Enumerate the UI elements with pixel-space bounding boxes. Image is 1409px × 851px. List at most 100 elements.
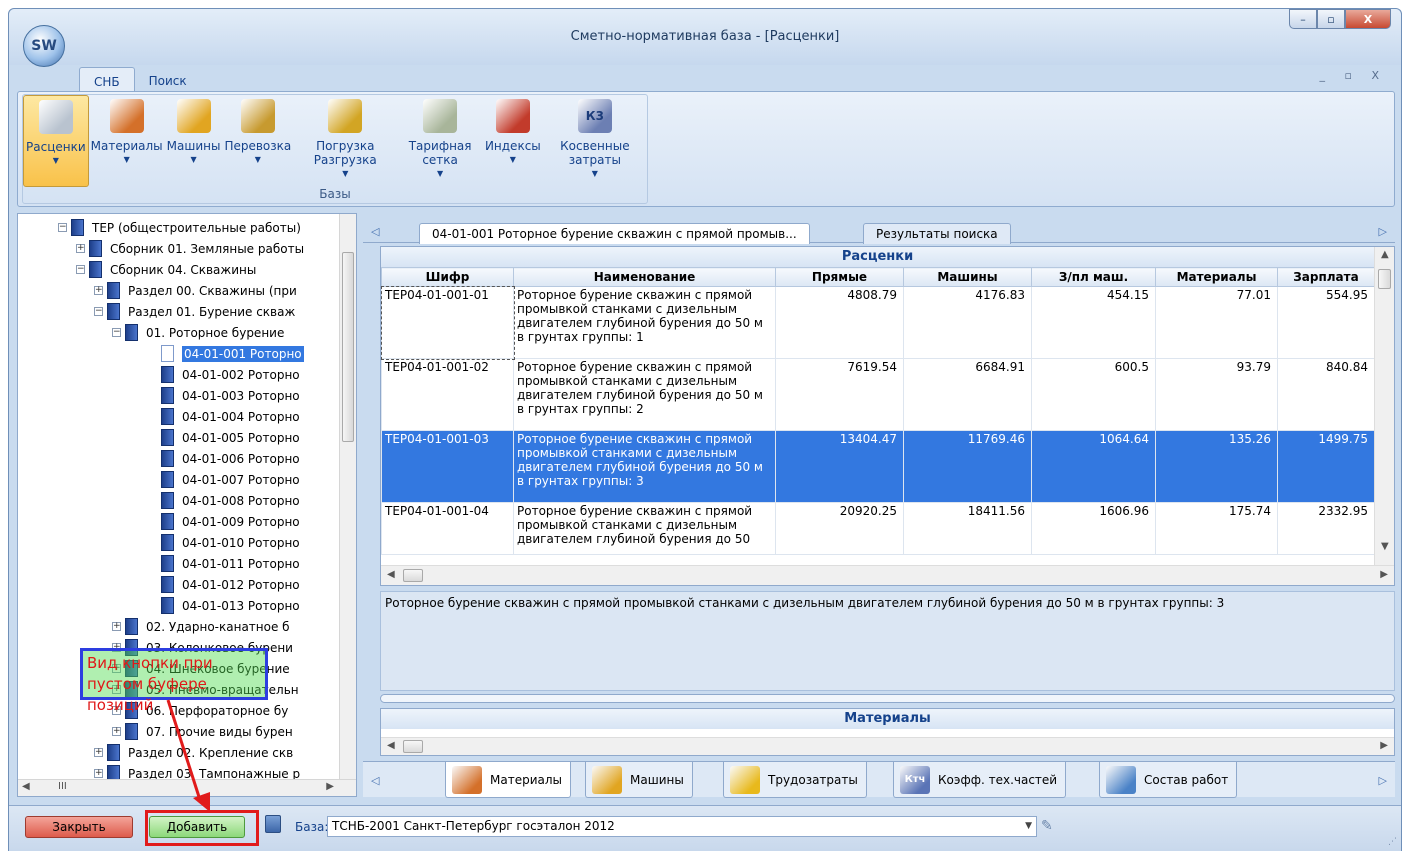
column-header[interactable]: Прямые	[775, 267, 904, 287]
grid-vertical-scrollbar[interactable]: ▲ ▼	[1374, 247, 1394, 567]
tree-item[interactable]: 04-01-008 Роторно	[148, 490, 300, 511]
rate-description: Роторное бурение скважин с прямой промыв…	[380, 591, 1395, 691]
expand-icon[interactable]: +	[76, 244, 85, 253]
tree-item[interactable]: − 01. Роторное бурение	[112, 322, 284, 343]
tree-item[interactable]: +02. Ударно-канатное б	[112, 616, 290, 637]
tree-item[interactable]: 04-01-013 Роторно	[148, 595, 300, 616]
resize-grip-icon[interactable]: ⋰	[1388, 837, 1397, 847]
close-window-button[interactable]: X	[1345, 9, 1391, 29]
title-bar: SW Сметно-нормативная база - [Расценки] …	[9, 9, 1401, 67]
doc-tab-rate[interactable]: 04-01-001 Роторное бурение скважин с пря…	[419, 223, 810, 244]
scroll-down-icon[interactable]: ▼	[1381, 541, 1389, 552]
detail-tab-coefficient[interactable]: Ктч Коэфф. тех.частей	[893, 762, 1067, 798]
collapse-icon[interactable]: −	[94, 307, 103, 316]
table-row[interactable]: ТЕР04-01-001-03 Роторное бурение скважин …	[381, 430, 1375, 503]
materials-hscroll[interactable]: ◀ ▶	[381, 737, 1394, 755]
materials-scroll-left-icon[interactable]: ◀	[387, 740, 395, 751]
maximize-button[interactable]: ▫	[1317, 9, 1345, 29]
tree-item[interactable]: 04-01-007 Роторно	[148, 469, 300, 490]
tree-item[interactable]: 04-01-005 Роторно	[148, 427, 300, 448]
collapse-icon[interactable]: −	[112, 328, 121, 337]
expand-icon[interactable]: +	[94, 748, 103, 757]
clipboard-icon[interactable]	[265, 815, 281, 833]
tree-item[interactable]: 04-01-010 Роторно	[148, 532, 300, 553]
column-header[interactable]: Шифр	[381, 267, 514, 287]
scroll-right-icon[interactable]: ▶	[326, 781, 334, 792]
expand-icon[interactable]: +	[112, 727, 121, 736]
tree-item[interactable]: +07. Прочие виды бурен	[112, 721, 293, 742]
ribbon-button-dump-truck[interactable]: Перевозка ▼	[222, 95, 293, 187]
tree-item[interactable]: 04-01-011 Роторно	[148, 553, 300, 574]
tree-item[interactable]: 04-01-001 Роторно	[148, 343, 304, 364]
mdi-controls[interactable]: _ ▫ X	[1320, 69, 1387, 82]
expand-icon[interactable]: +	[94, 769, 103, 778]
pin-icon[interactable]: ✎	[1041, 818, 1053, 834]
column-header[interactable]: Зарплата	[1277, 267, 1375, 287]
tree-item[interactable]: − Раздел 01. Бурение скваж	[94, 301, 295, 322]
grid-hscroll-thumb[interactable]	[403, 569, 423, 582]
minimize-button[interactable]: –	[1289, 9, 1317, 29]
expand-icon[interactable]: +	[94, 286, 103, 295]
tree-scroll-thumb[interactable]	[342, 252, 354, 442]
tree-item[interactable]: 04-01-009 Роторно	[148, 511, 300, 532]
expand-icon[interactable]: +	[112, 622, 121, 631]
grid-scroll-thumb[interactable]	[1378, 269, 1391, 289]
collapse-icon[interactable]: −	[58, 223, 67, 232]
tree-item[interactable]: 04-01-012 Роторно	[148, 574, 300, 595]
hscroll-left-icon[interactable]: ◀	[387, 569, 395, 580]
tree-item[interactable]: + Раздел 00. Скважины (при	[94, 280, 297, 301]
detail-tabs-left-icon[interactable]: ◁	[371, 774, 379, 787]
detail-tab-hardhat[interactable]: Трудозатраты	[723, 762, 867, 798]
tree-item[interactable]: + Раздел 02. Крепление скв	[94, 742, 293, 763]
scroll-left-icon[interactable]: ◀	[22, 781, 30, 792]
money-stack-icon	[423, 99, 458, 133]
tree-item[interactable]: 04-01-004 Роторно	[148, 406, 300, 427]
detail-tabs-right-icon[interactable]: ▷	[1379, 774, 1387, 787]
tab-scroll-left-icon[interactable]: ◁	[371, 225, 379, 238]
tree-item[interactable]: 04-01-006 Роторно	[148, 448, 300, 469]
base-select[interactable]: ТСНБ-2001 Санкт-Петербург госэталон 2012…	[327, 816, 1037, 837]
tree-item[interactable]: 04-01-002 Роторно	[148, 364, 300, 385]
tree-item[interactable]: 04-01-003 Роторно	[148, 385, 300, 406]
tree-hscroll-thumb[interactable]: III	[58, 781, 67, 792]
materials-hscroll-thumb[interactable]	[403, 740, 423, 753]
tree-item[interactable]: + Сборник 01. Земляные работы	[76, 238, 304, 259]
table-row[interactable]: ТЕР04-01-001-04 Роторное бурение скважин …	[381, 502, 1375, 555]
tree-item[interactable]: − Сборник 04. Скважины	[76, 259, 256, 280]
detail-tab-materials[interactable]: Материалы	[445, 762, 571, 798]
tree-item[interactable]: − ТЕР (общестроительные работы)	[58, 217, 301, 238]
column-header[interactable]: З/пл маш.	[1031, 267, 1156, 287]
doc-tab-search-results[interactable]: Результаты поиска	[863, 223, 1011, 244]
column-header[interactable]: Машины	[903, 267, 1032, 287]
tab-scroll-right-icon[interactable]: ▷	[1379, 225, 1387, 238]
tree-horizontal-scrollbar[interactable]: ◀ III ▶	[18, 779, 356, 796]
ribbon-button-bulldozer[interactable]: Машины ▼	[165, 95, 223, 187]
close-button[interactable]: Закрыть	[25, 816, 133, 838]
column-header[interactable]: Материалы	[1155, 267, 1278, 287]
column-header[interactable]: Наименование	[513, 267, 776, 287]
chevron-down-icon[interactable]: ▼	[1025, 817, 1032, 836]
table-row[interactable]: ТЕР04-01-001-01 Роторное бурение скважин …	[380, 285, 1375, 360]
detail-tab-tools[interactable]: Состав работ	[1099, 762, 1238, 798]
scroll-up-icon[interactable]: ▲	[1381, 249, 1389, 260]
ribbon-button-chart[interactable]: Индексы ▼	[483, 95, 543, 187]
ribbon-button-database[interactable]: Расценки ▼	[23, 95, 89, 187]
collapse-icon[interactable]: −	[76, 265, 85, 274]
grid-horizontal-scrollbar[interactable]: ◀ ▶	[381, 565, 1394, 585]
hscroll-right-icon[interactable]: ▶	[1380, 569, 1388, 580]
table-row[interactable]: ТЕР04-01-001-02 Роторное бурение скважин …	[381, 358, 1375, 431]
ribbon-button-k3[interactable]: К3 Косвенные затраты ▼	[543, 95, 647, 187]
detail-tab-machines[interactable]: Машины	[585, 762, 693, 798]
book-icon	[125, 324, 138, 341]
book-icon	[161, 387, 174, 404]
ribbon-button-money-stack[interactable]: Тарифная сетка ▼	[397, 95, 483, 187]
base-select-value: ТСНБ-2001 Санкт-Петербург госэталон 2012	[332, 819, 615, 833]
materials-scroll-right-icon[interactable]: ▶	[1380, 740, 1388, 751]
app-menu-orb[interactable]: SW	[23, 25, 65, 67]
tree-vertical-scrollbar[interactable]	[339, 214, 356, 780]
table-cell-mach-wage: 1064.64	[1031, 430, 1156, 503]
catalog-tree[interactable]: − ТЕР (общестроительные работы) + Сборник 0…	[17, 213, 357, 797]
ribbon-button-bricks[interactable]: Материалы ▼	[89, 95, 165, 187]
ribbon-button-forklift[interactable]: Погрузка Разгрузка ▼	[293, 95, 397, 187]
panel-splitter[interactable]	[380, 694, 1395, 703]
